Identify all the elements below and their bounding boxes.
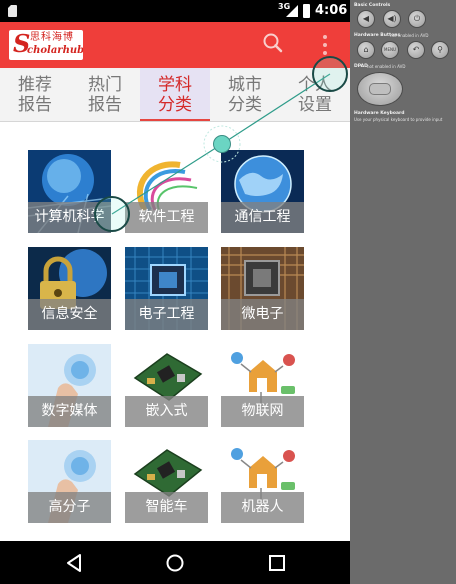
- power-icon[interactable]: ⏻: [408, 10, 426, 28]
- dpad-note: not enabled in AVD: [367, 64, 406, 69]
- touch-start-marker: [94, 196, 130, 232]
- hardware-keyboard-title: Hardware Keyboard: [354, 111, 405, 116]
- dpad-title: DPAD: [354, 64, 368, 69]
- volume-down-icon[interactable]: ◀: [357, 10, 375, 28]
- hardware-buttons-note: not enabled in AVD: [390, 33, 429, 38]
- phone-screen: 3G 4:06 S 思科海博 cholarhub 推荐 报告 热门 报告 学科 …: [0, 0, 350, 584]
- hardware-search-icon[interactable]: ⚲: [431, 41, 449, 59]
- dpad-control[interactable]: [357, 72, 403, 106]
- emulator-control-panel: Basic Controls ◀ ◀) ⏻ Hardware Buttons n…: [350, 0, 456, 584]
- hardware-menu-button[interactable]: MENU: [381, 41, 399, 59]
- dpad-center-button[interactable]: [369, 83, 391, 95]
- hardware-back-icon[interactable]: ↶: [407, 41, 425, 59]
- hardware-home-icon[interactable]: ⌂: [357, 41, 375, 59]
- basic-controls-title: Basic Controls: [354, 3, 391, 8]
- hardware-keyboard-note: Use your physical keyboard to provide in…: [354, 117, 443, 122]
- touch-midpoint-marker: [213, 135, 231, 153]
- touch-end-marker: [312, 56, 348, 92]
- volume-up-icon[interactable]: ◀): [383, 10, 401, 28]
- emulator-screen: 3G 4:06 S 思科海博 cholarhub 推荐 报告 热门 报告 学科 …: [0, 0, 456, 584]
- touch-gesture-trail: [111, 73, 331, 215]
